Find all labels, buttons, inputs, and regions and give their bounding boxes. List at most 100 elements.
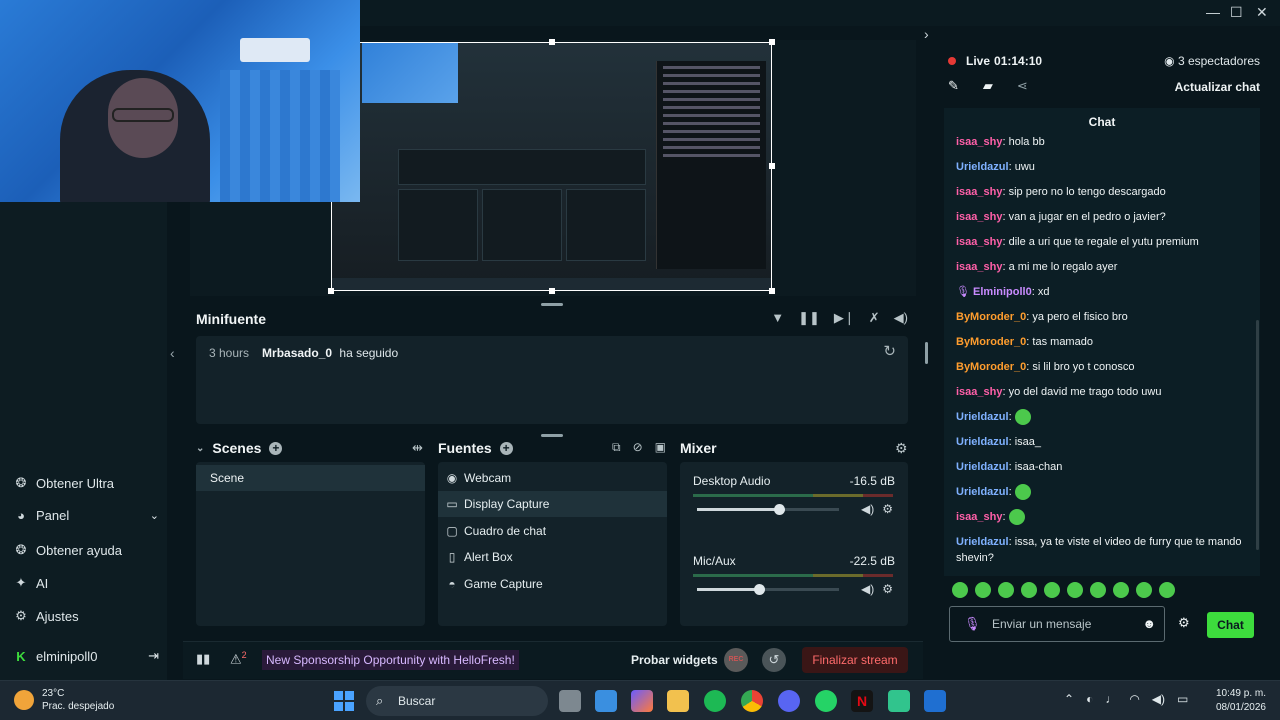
chevron-right-icon[interactable]: › xyxy=(924,26,929,42)
dashboard-icon[interactable]: ▰ xyxy=(983,78,993,94)
chat-scrollbar[interactable] xyxy=(1256,320,1259,550)
sidebar-item-panel[interactable]: ◕ Panel ⌄ xyxy=(14,508,159,523)
mute-alerts-icon[interactable]: ✗ xyxy=(869,310,880,326)
chat-username[interactable]: isaa_shy xyxy=(956,186,1002,198)
maximize-icon[interactable]: ☐ xyxy=(1230,4,1243,21)
emoji-icon[interactable]: ☻ xyxy=(1142,616,1156,631)
chat-username[interactable]: Urieldazul xyxy=(956,486,1009,498)
logout-icon[interactable]: ⇥ xyxy=(148,648,159,664)
filter-icon[interactable]: ▼ xyxy=(771,310,784,326)
folder-add-icon[interactable]: ▣ xyxy=(655,440,666,455)
chat-username[interactable]: isaa_shy xyxy=(956,386,1002,398)
weather-widget[interactable]: 23°C Prac. despejado xyxy=(14,687,114,713)
whatsapp-icon[interactable] xyxy=(815,690,837,712)
minimize-icon[interactable]: — xyxy=(1206,4,1220,20)
chrome-icon[interactable] xyxy=(741,690,763,712)
emote-icon[interactable] xyxy=(1021,582,1037,598)
file-explorer-icon[interactable] xyxy=(667,690,689,712)
sidebar-item-obtener-ayuda[interactable]: ❂ Obtener ayuda xyxy=(14,542,122,558)
stats-icon[interactable]: ▮▮ xyxy=(196,651,210,667)
emote-icon[interactable] xyxy=(952,582,968,598)
end-stream-button[interactable]: Finalizar stream xyxy=(802,647,908,673)
gear-icon[interactable]: ⚙ xyxy=(1178,615,1190,631)
tray-app-icon[interactable]: ◐ xyxy=(1086,692,1093,706)
windows-start-icon[interactable] xyxy=(334,691,354,711)
chat-username[interactable]: isaa_shy xyxy=(956,236,1002,248)
emote-icon[interactable] xyxy=(1136,582,1152,598)
chat-username[interactable]: isaa_shy xyxy=(956,511,1002,523)
store-icon[interactable] xyxy=(595,690,617,712)
copilot-icon[interactable] xyxy=(631,690,653,712)
battery-icon[interactable]: ▭ xyxy=(1177,692,1188,706)
volume-icon[interactable]: ◀) xyxy=(1152,692,1165,706)
test-widgets-button[interactable]: Probar widgets xyxy=(631,653,718,667)
resize-handle[interactable] xyxy=(769,39,775,45)
speaker-icon[interactable]: ◀) xyxy=(861,502,874,516)
app-icon[interactable] xyxy=(924,690,946,712)
transition-icon[interactable]: ⇹ xyxy=(412,440,423,456)
emote-icon[interactable] xyxy=(1044,582,1060,598)
update-chat-button[interactable]: Actualizar chat xyxy=(1175,80,1260,94)
replay-buffer-icon[interactable]: ↺ xyxy=(762,648,786,672)
chat-username[interactable]: Urieldazul xyxy=(956,461,1009,473)
chat-username[interactable]: ByMoroder_0 xyxy=(956,336,1026,348)
chat-username[interactable]: isaa_shy xyxy=(956,136,1002,148)
send-chat-button[interactable]: Chat xyxy=(1207,612,1254,638)
wifi-icon[interactable]: ◠ xyxy=(1129,692,1139,706)
chevron-up-icon[interactable]: ⌃ xyxy=(1064,692,1074,706)
record-button[interactable]: REC xyxy=(724,648,748,672)
chat-username[interactable]: Elminipoll0 xyxy=(973,286,1032,298)
pause-icon[interactable]: ❚❚ xyxy=(798,310,820,326)
source-item-game-capture[interactable]: ◓ Game Capture xyxy=(438,571,667,597)
taskbar-clock[interactable]: 10:49 p. m. 08/01/2026 xyxy=(1216,687,1266,715)
sidebar-item-obtener-ultra[interactable]: ❂ Obtener Ultra xyxy=(14,475,115,491)
resize-handle[interactable] xyxy=(328,288,334,294)
chat-username[interactable]: isaa_shy xyxy=(956,261,1002,273)
streamlabs-icon[interactable] xyxy=(888,690,910,712)
chat-username[interactable]: Urieldazul xyxy=(956,536,1009,548)
refresh-icon[interactable]: ↻ xyxy=(883,342,896,360)
volume-slider[interactable] xyxy=(697,504,839,515)
lock-icon[interactable]: ⊘ xyxy=(633,440,643,455)
emote-icon[interactable] xyxy=(975,582,991,598)
source-item-cuadro-de-chat[interactable]: ▢ Cuadro de chat xyxy=(438,518,667,544)
resize-handle[interactable] xyxy=(549,39,555,45)
sidebar-item-ajustes[interactable]: ⚙ Ajustes xyxy=(14,608,78,624)
emote-icon[interactable] xyxy=(1090,582,1106,598)
resize-handle[interactable] xyxy=(769,163,775,169)
gear-icon[interactable]: ⚙ xyxy=(895,440,908,457)
emote-icon[interactable] xyxy=(1067,582,1083,598)
source-settings-icon[interactable]: ⧉ xyxy=(612,440,621,455)
taskbar-search[interactable]: ⌕ Buscar xyxy=(366,686,548,716)
sidebar-item-ai[interactable]: ✦ AI xyxy=(14,575,49,591)
scene-item[interactable]: Scene xyxy=(196,465,425,491)
chat-username[interactable]: isaa_shy xyxy=(956,211,1002,223)
collapse-sidebar-icon[interactable]: ‹ xyxy=(170,345,175,361)
display-capture-preview[interactable] xyxy=(331,42,772,291)
add-scene-button[interactable]: + xyxy=(269,441,283,455)
source-item-webcam[interactable]: ◉ Webcam xyxy=(438,465,667,491)
source-item-alert-box[interactable]: ▯ Alert Box xyxy=(438,544,667,570)
pencil-icon[interactable]: ✎ xyxy=(948,78,959,94)
skip-icon[interactable]: ▶❘ xyxy=(834,310,855,326)
speaker-icon[interactable]: ◀) xyxy=(861,582,874,596)
discord-icon[interactable] xyxy=(778,690,800,712)
close-icon[interactable]: ✕ xyxy=(1256,4,1268,21)
netflix-icon[interactable]: N xyxy=(851,690,873,712)
task-view-icon[interactable] xyxy=(559,690,581,712)
share-icon[interactable]: ⋖ xyxy=(1017,78,1028,94)
sidebar-account[interactable]: K elminipoll0 ⇥ xyxy=(14,648,159,664)
resize-handle[interactable] xyxy=(769,288,775,294)
volume-icon[interactable]: ◀) xyxy=(894,310,908,326)
chat-username[interactable]: ByMoroder_0 xyxy=(956,311,1026,323)
alert-triangle-icon[interactable]: ⚠2 xyxy=(230,650,247,667)
microphone-icon[interactable]: ♩ xyxy=(1105,692,1117,706)
chat-username[interactable]: ByMoroder_0 xyxy=(956,361,1026,373)
chat-username[interactable]: Urieldazul xyxy=(956,161,1009,173)
chat-username[interactable]: Urieldazul xyxy=(956,411,1009,423)
chat-username[interactable]: Urieldazul xyxy=(956,436,1009,448)
splitter-handle[interactable] xyxy=(541,303,563,306)
sponsor-notification[interactable]: New Sponsorship Opportunity with HelloFr… xyxy=(262,650,519,670)
source-item-display-capture[interactable]: ▭ Display Capture xyxy=(438,491,667,517)
emote-icon[interactable] xyxy=(1159,582,1175,598)
